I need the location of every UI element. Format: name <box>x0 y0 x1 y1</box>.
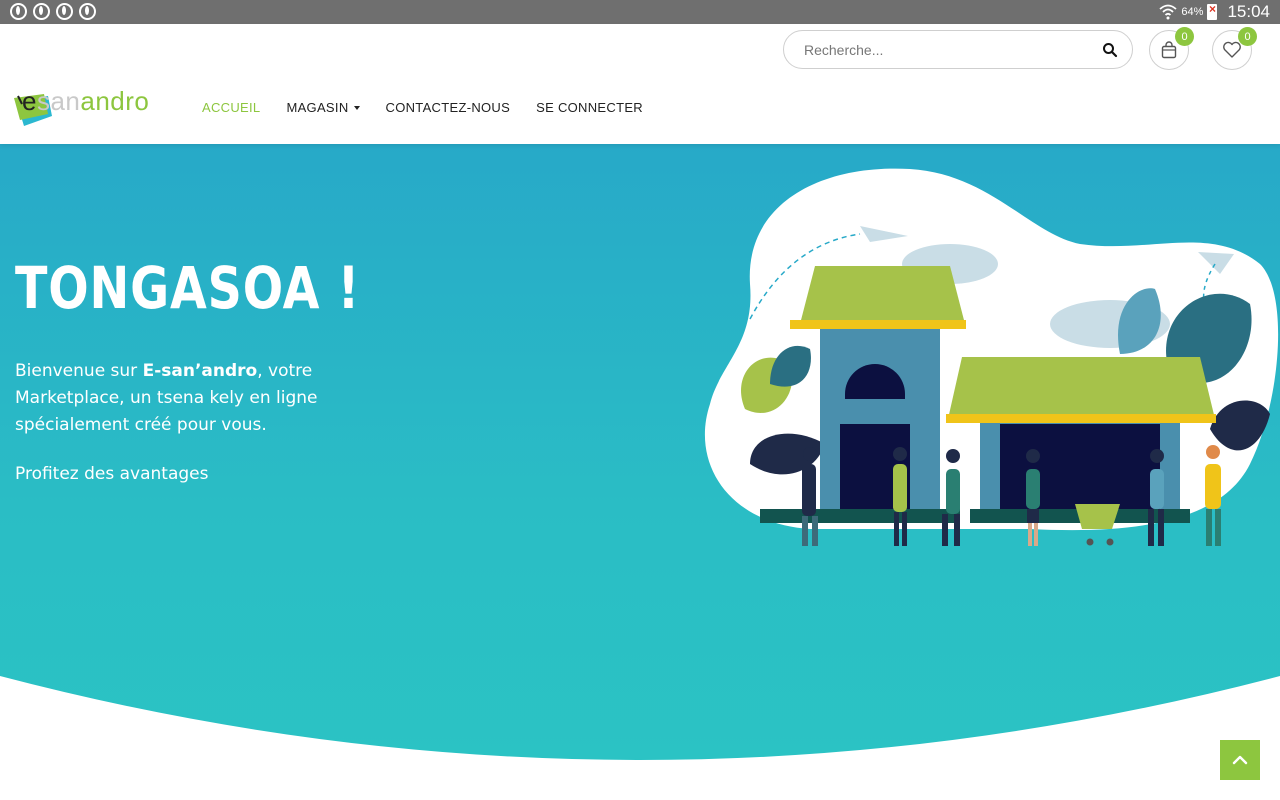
logo-part-e: e <box>22 86 37 116</box>
wishlist-button[interactable]: 0 <box>1212 27 1257 70</box>
hero-banner: TONGASOA ! Bienvenue sur E-san’andro, vo… <box>0 144 1280 800</box>
sync-notification-icon <box>79 3 96 20</box>
back-to-top-button[interactable] <box>1220 740 1260 780</box>
nav-item-magasin[interactable]: MAGASIN <box>286 100 360 115</box>
nav-item-contactez-nous[interactable]: CONTACTEZ-NOUS <box>386 100 511 115</box>
clock: 15:04 <box>1227 2 1270 21</box>
hero-cta: Profitez des avantages <box>15 464 209 484</box>
nav-label: SE CONNECTER <box>536 100 643 115</box>
nav-item-accueil[interactable]: ACCUEIL <box>202 100 260 115</box>
wifi-icon <box>1159 4 1178 20</box>
app-notification-icon <box>56 3 73 20</box>
cart-count-badge: 0 <box>1175 27 1194 46</box>
logo-part-andro: andro <box>80 86 150 116</box>
main-navigation: ACCUEIL MAGASIN CONTACTEZ-NOUS SE CONNEC… <box>202 100 643 115</box>
notification-icons <box>10 3 96 20</box>
nav-label: MAGASIN <box>286 100 349 115</box>
hero-intro: Bienvenue sur E-san’andro, votre Marketp… <box>15 358 345 439</box>
system-status-bar: 64% 15:04 <box>0 0 1280 24</box>
caret-down-icon <box>353 106 360 110</box>
cart-icon <box>1161 41 1177 59</box>
system-indicators: 64% 15:04 <box>1159 2 1270 22</box>
heart-icon <box>1223 41 1241 58</box>
app-notification-icon <box>10 3 27 20</box>
logo-part-san: san <box>36 86 81 116</box>
hero-title: TONGASOA ! <box>15 254 361 322</box>
battery-percentage: 64% <box>1181 6 1204 18</box>
site-logo[interactable]: esanandro <box>14 86 184 130</box>
nav-label: CONTACTEZ-NOUS <box>385 100 511 115</box>
search-icon[interactable] <box>1102 42 1118 58</box>
site-header: 0 0 esanandro ACCUEIL MAGASIN CONTACTEZ-… <box>0 24 1280 144</box>
search-bar <box>783 30 1133 69</box>
hero-intro-before: Bienvenue sur <box>15 361 143 381</box>
nav-item-se-connecter[interactable]: SE CONNECTER <box>536 100 643 115</box>
wishlist-count-badge: 0 <box>1238 27 1257 46</box>
chevron-up-icon <box>1232 755 1248 765</box>
app-notification-icon <box>33 3 50 20</box>
search-input[interactable] <box>804 41 1102 58</box>
nav-label: ACCUEIL <box>202 100 261 115</box>
marketplace-illustration <box>704 168 1279 546</box>
hero-brand: E-san’andro <box>142 361 258 381</box>
battery-icon <box>1207 2 1218 20</box>
logo-wordmark: esanandro <box>22 86 149 117</box>
cart-button[interactable]: 0 <box>1149 27 1194 70</box>
